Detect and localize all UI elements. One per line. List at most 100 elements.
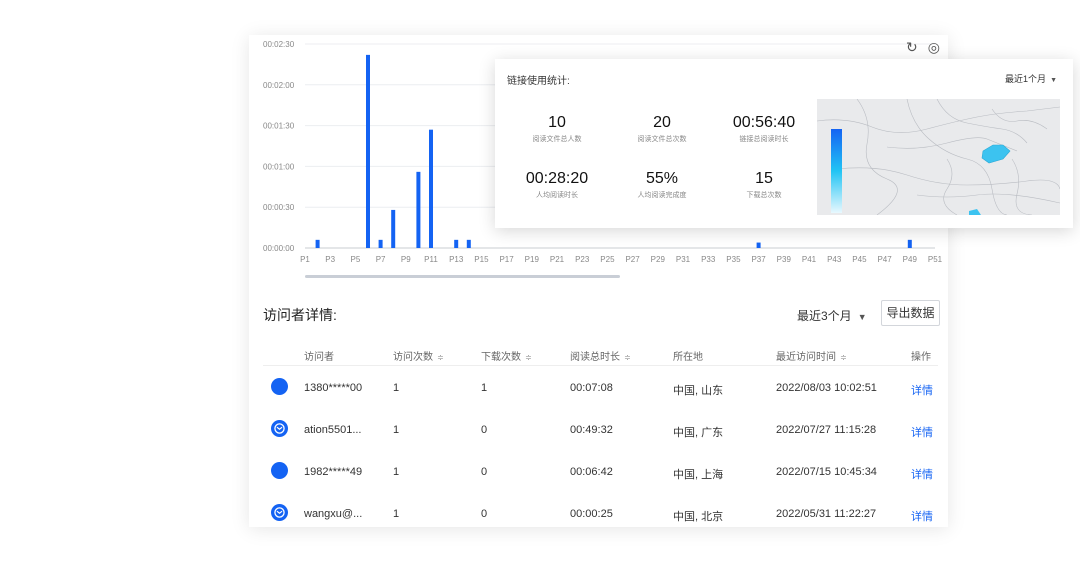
x-tick-label: P47 (877, 255, 892, 264)
download-count: 0 (481, 508, 488, 520)
visitor-name: 1982*****49 (304, 466, 363, 478)
phone-user-avatar (271, 378, 288, 395)
location: 中国, 北京 (673, 511, 724, 523)
x-tick-label: P33 (701, 255, 716, 264)
x-tick-label: P43 (827, 255, 842, 264)
stat-total-downloads: 15 下载总次数 (704, 170, 824, 200)
stat-label: 下载总次数 (746, 192, 782, 199)
visitor-name: ation5501... (304, 424, 362, 436)
details-link[interactable]: 详情 (911, 382, 933, 398)
bar-P11 (429, 129, 433, 248)
mail-icon (271, 504, 288, 521)
link-stats-range-select[interactable]: 最近1个月 ▼ (1005, 72, 1057, 85)
stat-avg-read-time: 00:28:20 人均阅读时长 (497, 170, 617, 200)
details-link[interactable]: 详情 (911, 466, 933, 482)
bar-P13 (454, 239, 459, 248)
highlight-region-guangdong[interactable] (969, 209, 981, 215)
bar-P2 (315, 239, 320, 248)
sort-icon[interactable]: ≑ (840, 353, 847, 362)
bar-P10 (416, 171, 421, 248)
read-time: 00:00:25 (570, 508, 613, 520)
x-tick-label: P29 (651, 255, 666, 264)
header-visits[interactable]: 访问次数 ≑ (393, 348, 444, 363)
x-tick-label: P19 (525, 255, 540, 264)
bar-P6 (366, 54, 370, 248)
caret-down-icon: ▼ (1050, 77, 1057, 84)
region-map[interactable] (817, 99, 1060, 215)
visitors-table: 访问者 访问次数 ≑ 下载次数 ≑ 阅读总时长 ≑ 所在地 最近访问时间 ≑ 操作 13… (263, 345, 938, 534)
x-tick-label: P13 (449, 255, 464, 264)
read-time: 00:49:32 (570, 424, 613, 436)
location: 中国, 山东 (673, 385, 724, 397)
x-tick-label: P39 (777, 255, 792, 264)
y-tick-label: 00:00:30 (263, 203, 295, 212)
x-tick-label: P7 (376, 255, 386, 264)
stat-value: 10 (548, 114, 566, 131)
x-tick-label: P11 (424, 255, 438, 264)
visitors-range-label: 最近3个月 (797, 309, 852, 323)
x-tick-label: P45 (852, 255, 867, 264)
visit-count: 1 (393, 508, 400, 520)
last-visit: 2022/05/31 11:22:27 (776, 508, 877, 520)
mail-glyph (274, 507, 285, 518)
sort-icon[interactable]: ≑ (437, 353, 444, 362)
table-row: ation5501... 1 0 00:49:32 中国, 广东 2022/07… (263, 408, 938, 450)
sort-icon[interactable]: ≑ (624, 353, 631, 362)
visit-count: 1 (393, 382, 400, 394)
x-tick-label: P37 (751, 255, 766, 264)
header-visitor: 访问者 (304, 352, 334, 363)
x-tick-label: P49 (903, 255, 918, 264)
details-link[interactable]: 详情 (911, 424, 933, 440)
stat-value: 15 (755, 170, 773, 187)
sort-icon[interactable]: ≑ (525, 353, 532, 362)
export-data-button[interactable]: 导出数据 (881, 300, 940, 326)
x-tick-label: P17 (499, 255, 514, 264)
stat-label: 人均阅读时长 (536, 192, 578, 199)
x-tick-label: P23 (575, 255, 590, 264)
bar-P7 (378, 239, 383, 248)
x-tick-label: P9 (401, 255, 411, 264)
last-visit: 2022/07/27 11:15:28 (776, 424, 877, 436)
color-scale-legend (831, 129, 842, 213)
header-downloads[interactable]: 下载次数 ≑ (481, 348, 532, 363)
bar-P49 (907, 239, 912, 248)
chart-toolbar: ↻ ◎ (906, 40, 940, 54)
refresh-icon[interactable]: ↻ (906, 40, 918, 54)
x-tick-label: P41 (802, 255, 817, 264)
chart-scrollbar[interactable] (305, 275, 620, 278)
stat-value: 00:56:40 (732, 114, 796, 131)
x-tick-label: P15 (474, 255, 489, 264)
phone-user-avatar (271, 462, 288, 479)
header-last-visit[interactable]: 最近访问时间 ≑ (776, 348, 847, 363)
link-stats-title: 链接使用统计: (507, 76, 570, 87)
last-visit: 2022/07/15 10:45:34 (776, 466, 877, 478)
bar-P14 (466, 239, 471, 248)
stat-total-read-time: 00:56:40 链接总阅读时长 (704, 114, 824, 144)
download-count: 0 (481, 424, 488, 436)
stat-total-readers: 10 阅读文件总人数 (497, 114, 617, 144)
table-header: 访问者 访问次数 ≑ 下载次数 ≑ 阅读总时长 ≑ 所在地 最近访问时间 ≑ 操作 (263, 345, 938, 366)
header-last-visit-label: 最近访问时间 (776, 352, 836, 363)
visitors-range-select[interactable]: 最近3个月 ▼ (797, 307, 867, 324)
read-time: 00:07:08 (570, 382, 613, 394)
header-visits-label: 访问次数 (393, 352, 433, 363)
table-row: wangxu@... 1 0 00:00:25 中国, 北京 2022/05/3… (263, 492, 938, 534)
y-tick-label: 00:00:00 (263, 244, 295, 253)
x-tick-label: P27 (625, 255, 640, 264)
header-read-time-label: 阅读总时长 (570, 352, 620, 363)
link-usage-stats-panel: 链接使用统计: 最近1个月 ▼ 10 阅读文件总人数 20 阅读文件总次数 00:… (495, 59, 1073, 228)
y-tick-label: 00:02:30 (263, 40, 295, 49)
x-tick-label: P21 (550, 255, 565, 264)
settings-icon[interactable]: ◎ (928, 40, 940, 54)
y-tick-label: 00:01:00 (263, 162, 295, 171)
header-read-time[interactable]: 阅读总时长 ≑ (570, 348, 631, 363)
link-stats-range-label: 最近1个月 (1005, 74, 1047, 84)
x-tick-label: P25 (600, 255, 615, 264)
bar-P8 (391, 209, 396, 248)
x-tick-label: P1 (300, 255, 310, 264)
details-link[interactable]: 详情 (911, 508, 933, 524)
highlight-region-shandong[interactable] (981, 144, 1011, 164)
location: 中国, 广东 (673, 427, 724, 439)
bar-P37 (756, 242, 761, 248)
stat-value: 00:28:20 (525, 170, 589, 187)
